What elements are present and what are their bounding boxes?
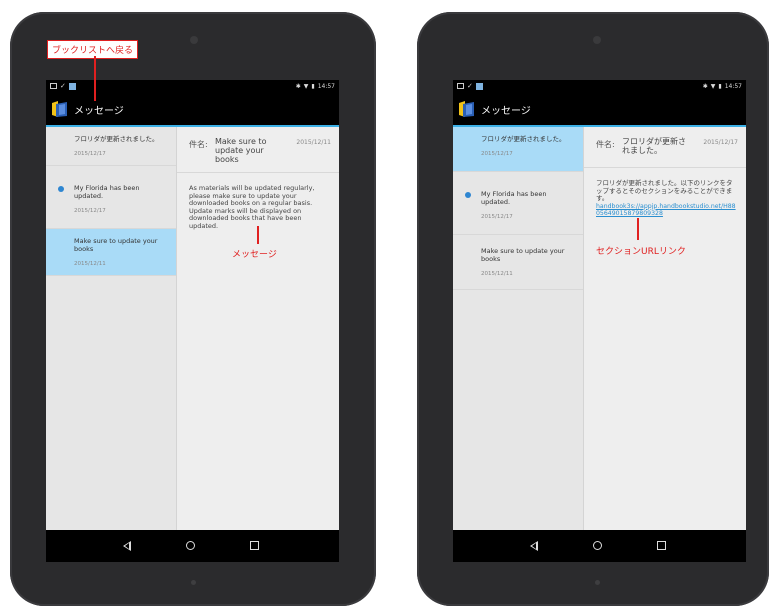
app-logo-back-icon[interactable] <box>457 99 477 119</box>
battery-icon: ▮ <box>311 83 315 90</box>
subject-text: Make sure to update your books <box>215 137 267 164</box>
annotation-line <box>257 226 259 244</box>
message-list: フロリダが更新されました。 2015/12/17 My Florida has … <box>453 127 584 530</box>
sensor-dot <box>595 580 600 585</box>
annotation-back-to-booklist: ブックリストへ戻る <box>47 40 139 59</box>
action-bar-title: メッセージ <box>481 106 531 117</box>
message-detail: 件名: フロリダが更新されました。 2015/12/17 フロリダが更新されまし… <box>584 127 746 530</box>
list-item[interactable]: フロリダが更新されました。 2015/12/17 <box>453 127 583 172</box>
list-item[interactable]: My Florida has been updated. 2015/12/17 <box>453 172 583 235</box>
unread-dot-icon <box>58 186 64 192</box>
status-time: 14:57 <box>724 83 742 90</box>
annotation-line <box>94 56 96 101</box>
image-notification-icon <box>50 83 57 89</box>
battery-icon: ▮ <box>718 83 722 90</box>
bluetooth-icon: ✱ <box>702 83 708 90</box>
action-bar: メッセージ <box>46 94 339 127</box>
navigation-bar <box>46 530 339 562</box>
check-notification-icon: ✓ <box>467 82 473 90</box>
annotation-message: メッセージ <box>232 250 277 260</box>
detail-body-text: フロリダが更新されました。以下のリンクをタップするとそのセクションをみることがで… <box>596 179 733 203</box>
subject-label: 件名: <box>596 140 615 149</box>
annotation-section-url-link: セクションURLリンク <box>596 247 686 257</box>
list-item[interactable]: Make sure to update your books 2015/12/1… <box>453 235 583 290</box>
action-bar: メッセージ <box>453 94 746 127</box>
list-item-date: 2015/12/17 <box>74 208 106 214</box>
screen: ✓ ✱ ▼ ▮ 14:57 メッセージ フロリダが更新されました。 2015/1… <box>453 80 746 562</box>
navigation-bar <box>453 530 746 562</box>
detail-header: 件名: フロリダが更新されました。 2015/12/17 <box>584 127 746 168</box>
camera-icon <box>593 36 601 44</box>
list-item[interactable]: フロリダが更新されました。 2015/12/17 <box>46 127 176 166</box>
screen: ✓ ✱ ▼ ▮ 14:57 メッセージ フロリダが更新されました。 2015/1… <box>46 80 339 562</box>
sensor-dot <box>191 580 196 585</box>
list-item-date: 2015/12/11 <box>74 261 106 267</box>
home-icon[interactable] <box>593 541 602 550</box>
home-icon[interactable] <box>186 541 195 550</box>
list-item-date: 2015/12/17 <box>481 151 513 157</box>
detail-body: As materials will be updated regularly, … <box>189 184 315 230</box>
status-time: 14:57 <box>317 83 335 90</box>
app-logo-back-icon[interactable] <box>50 99 70 119</box>
detail-body: フロリダが更新されました。以下のリンクをタップするとそのセクションをみることがで… <box>584 168 746 218</box>
list-item-date: 2015/12/17 <box>481 214 513 220</box>
subject-label: 件名: <box>189 140 208 149</box>
image-notification-icon <box>457 83 464 89</box>
detail-date: 2015/12/11 <box>296 139 331 146</box>
message-detail: 件名: Make sure to update your books 2015/… <box>177 127 339 530</box>
check-notification-icon: ✓ <box>60 82 66 90</box>
back-icon[interactable] <box>530 541 538 551</box>
camera-icon <box>190 36 198 44</box>
wifi-icon: ▼ <box>303 83 309 90</box>
list-item-title: フロリダが更新されました。 <box>481 135 566 143</box>
message-list: フロリダが更新されました。 2015/12/17 My Florida has … <box>46 127 177 530</box>
subject-text: フロリダが更新されました。 <box>622 137 686 155</box>
tablet-left: ✓ ✱ ▼ ▮ 14:57 メッセージ フロリダが更新されました。 2015/1… <box>10 12 376 606</box>
detail-date: 2015/12/17 <box>703 139 738 146</box>
section-url-link[interactable]: handbook3s://appjp.handbookstudio.net/H8… <box>596 203 736 218</box>
tablet-right: ✓ ✱ ▼ ▮ 14:57 メッセージ フロリダが更新されました。 2015/1… <box>417 12 769 606</box>
status-bar: ✓ ✱ ▼ ▮ 14:57 <box>46 80 339 94</box>
detail-header: 件名: Make sure to update your books 2015/… <box>177 127 339 173</box>
list-item-title: Make sure to update your books <box>481 247 565 263</box>
list-item-date: 2015/12/11 <box>481 271 513 277</box>
list-item[interactable]: Make sure to update your books 2015/12/1… <box>46 229 176 276</box>
list-item-title: フロリダが更新されました。 <box>74 135 159 143</box>
back-icon[interactable] <box>123 541 131 551</box>
recent-apps-icon[interactable] <box>657 541 666 550</box>
recent-apps-icon[interactable] <box>250 541 259 550</box>
list-item-title: My Florida has been updated. <box>481 190 547 206</box>
bluetooth-icon: ✱ <box>295 83 301 90</box>
status-bar: ✓ ✱ ▼ ▮ 14:57 <box>453 80 746 94</box>
unread-dot-icon <box>465 192 471 198</box>
app-notification-icon <box>475 82 483 90</box>
list-item-date: 2015/12/17 <box>74 151 106 157</box>
app-notification-icon <box>68 82 76 90</box>
action-bar-title: メッセージ <box>74 106 124 117</box>
annotation-line <box>637 218 639 240</box>
list-item[interactable]: My Florida has been updated. 2015/12/17 <box>46 166 176 229</box>
list-item-title: Make sure to update your books <box>74 237 158 253</box>
list-item-title: My Florida has been updated. <box>74 184 140 200</box>
wifi-icon: ▼ <box>710 83 716 90</box>
